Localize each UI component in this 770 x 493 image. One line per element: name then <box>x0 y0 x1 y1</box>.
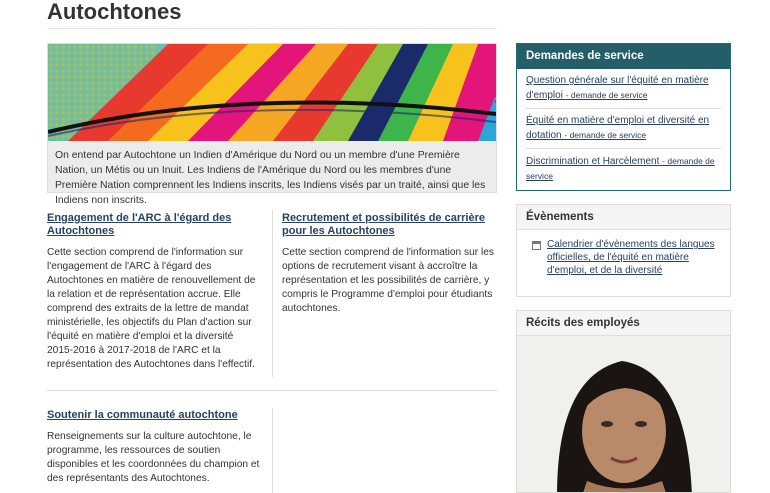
employee-photo[interactable] <box>517 336 730 492</box>
section-recruitment: Recrutement et possibilités de carrière … <box>282 212 496 316</box>
service-requests-heading: Demandes de service <box>517 44 730 69</box>
section-engagement-link[interactable]: Engagement de l'ARC à l'égard des Autoch… <box>47 212 261 238</box>
column-divider <box>272 408 273 493</box>
hero-caption: On entend par Autochtone un Indien d'Amé… <box>55 150 486 206</box>
events-calendar-link[interactable]: Calendrier d'évènements des langues offi… <box>547 239 715 276</box>
section-community: Soutenir la communauté autochtone Rensei… <box>47 409 261 486</box>
service-request-link-staffing[interactable]: Équité en matière d'emploi et diversité … <box>526 115 709 141</box>
section-recruitment-text: Cette section comprend de l'information … <box>282 247 495 314</box>
service-request-item: Équité en matière d'emploi et diversité … <box>517 109 730 149</box>
service-requests-panel: Demandes de service Question générale su… <box>516 43 731 191</box>
column-divider <box>272 210 273 377</box>
employee-stories-panel: Récits des employés <box>516 310 731 493</box>
service-request-item: Discrimination et Harcèlement - demande … <box>517 149 730 184</box>
service-request-link-general[interactable]: Question générale sur l'équité en matièr… <box>526 75 709 101</box>
section-recruitment-link[interactable]: Recrutement et possibilités de carrière … <box>282 212 496 238</box>
section-engagement: Engagement de l'ARC à l'égard des Autoch… <box>47 212 261 372</box>
feather-banner-image <box>48 44 496 141</box>
page-title: Autochtones <box>47 0 182 24</box>
row-divider <box>47 390 497 391</box>
service-request-link-harassment[interactable]: Discrimination et Harcèlement - demande … <box>526 156 715 182</box>
calendar-icon <box>532 241 541 250</box>
title-divider <box>47 28 497 29</box>
section-engagement-text: Cette section comprend de l'information … <box>47 247 256 370</box>
section-community-link[interactable]: Soutenir la communauté autochtone <box>47 409 261 422</box>
hero-banner: On entend par Autochtone un Indien d'Amé… <box>47 43 497 206</box>
employee-stories-heading: Récits des employés <box>517 311 730 336</box>
service-request-item: Question générale sur l'équité en matièr… <box>517 69 730 109</box>
events-panel: Évènements Calendrier d'évènements des l… <box>516 204 731 297</box>
events-heading: Évènements <box>517 205 730 230</box>
section-community-text: Renseignements sur la culture autochtone… <box>47 431 260 484</box>
